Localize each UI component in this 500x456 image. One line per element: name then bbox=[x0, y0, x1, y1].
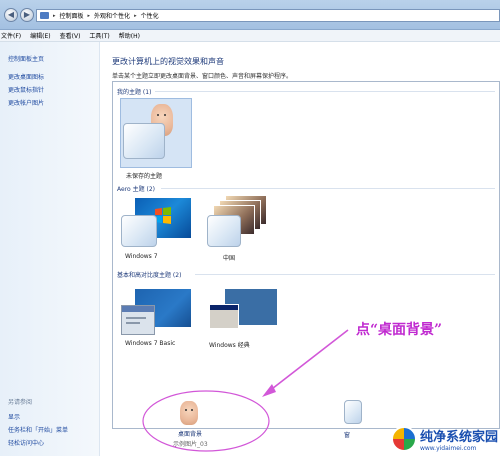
watermark-title: 纯净系统家园 bbox=[419, 430, 498, 445]
highlight-ellipse bbox=[142, 390, 270, 452]
annotation-overlay bbox=[142, 329, 349, 452]
watermark: 纯净系统家园 www.yidaimei.com bbox=[390, 426, 498, 452]
arrow-line bbox=[267, 329, 349, 393]
watermark-url: www.yidaimei.com bbox=[419, 445, 477, 452]
watermark-logo-icon bbox=[390, 426, 417, 452]
annotation-text: 点“桌面背景” bbox=[356, 322, 443, 338]
arrow-head bbox=[262, 384, 276, 397]
